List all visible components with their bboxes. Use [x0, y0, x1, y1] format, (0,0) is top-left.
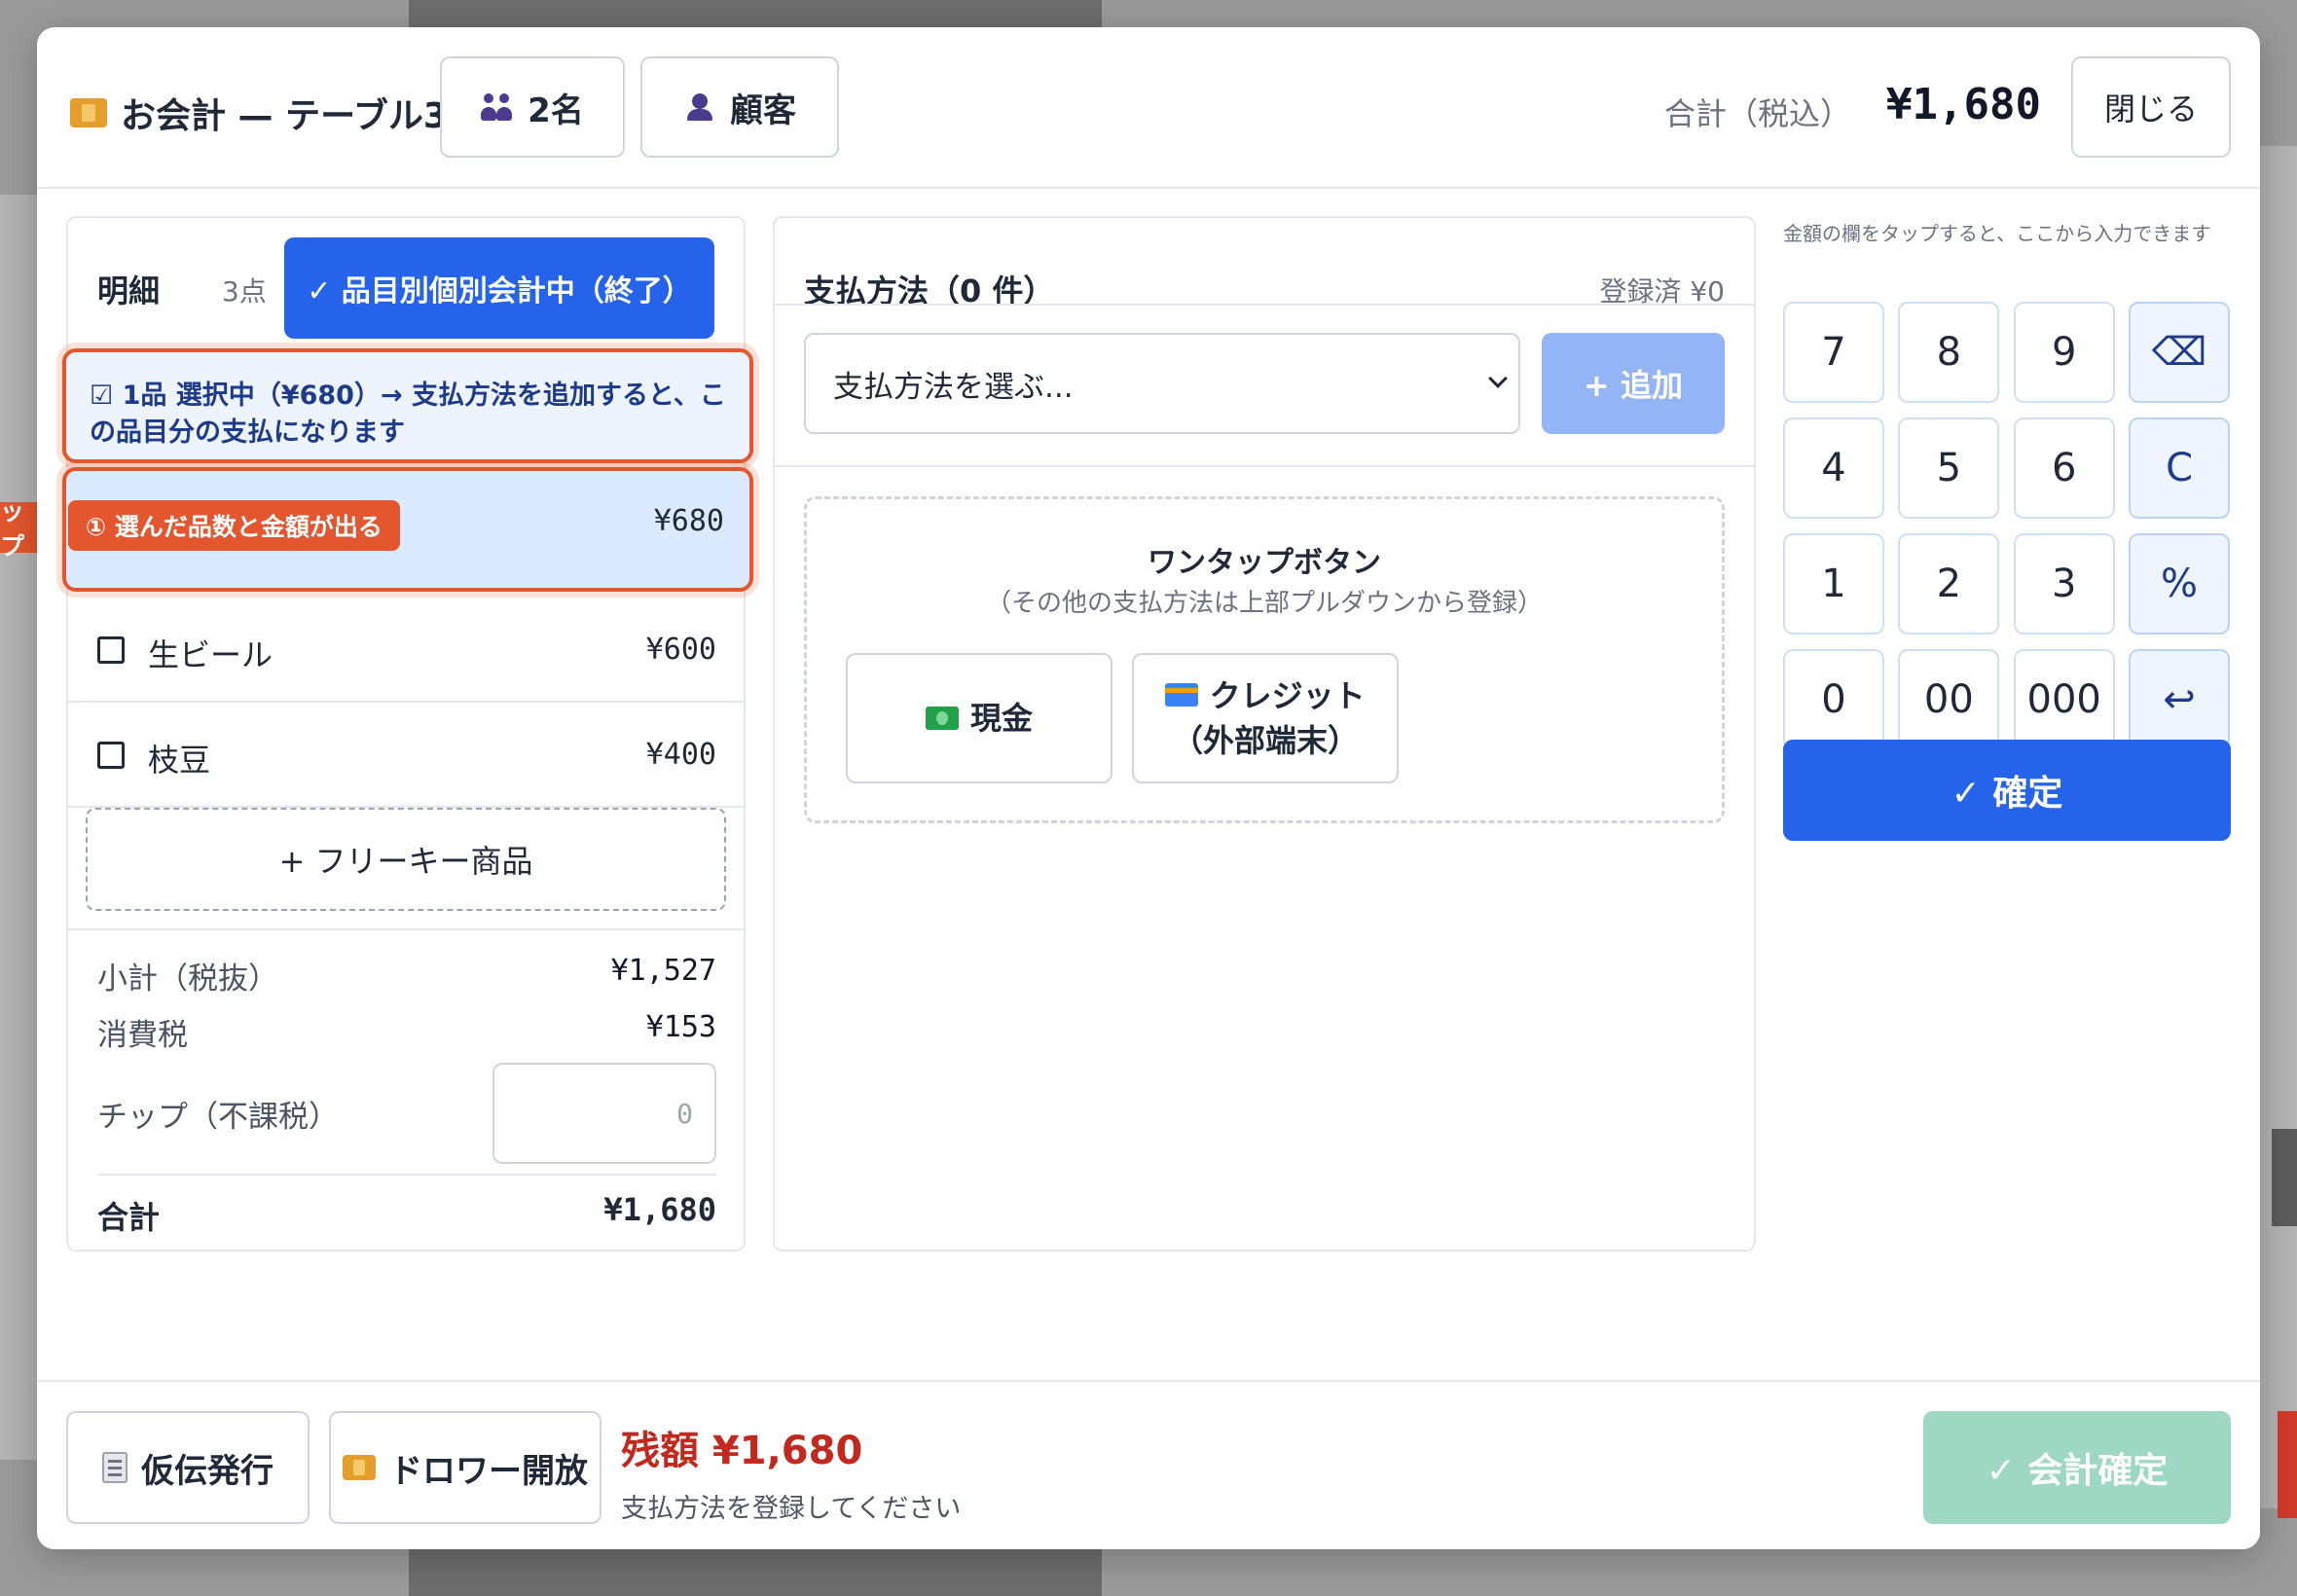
items-heading: 明細	[97, 272, 161, 309]
modal-header: お会計 — テーブル3 2名 顧客 合計（税込） ¥1,680 閉じる	[37, 27, 2260, 189]
keypad-hint: 金額の欄をタップすると、ここから入力できます	[1783, 222, 2211, 245]
background-right-red-block	[2278, 1411, 2297, 1518]
background-right-dark-block	[2272, 1129, 2297, 1226]
checkout-modal: お会計 — テーブル3 2名 顧客 合計（税込） ¥1,680 閉じる 明細 3…	[37, 27, 2260, 1549]
items-count: 3点	[222, 275, 267, 308]
clear-key[interactable]: C	[2129, 417, 2231, 519]
subtotal-label: 小計（税抜）	[97, 961, 278, 997]
background-stripe-bottom	[409, 1549, 1102, 1596]
provisional-slip-label: 仮伝発行	[141, 1451, 273, 1491]
item-name: 枝豆	[148, 742, 211, 779]
item-row[interactable]: 生ビール ¥600	[68, 599, 744, 703]
selected-item-row[interactable]: ① 選んだ品数と金額が出る ¥680	[62, 467, 753, 592]
tax-label: 消費税	[97, 1018, 188, 1053]
tutorial-callout: ① 選んだ品数と金額が出る	[68, 500, 400, 551]
customer-button[interactable]: 顧客	[640, 56, 839, 158]
keypad-key-9[interactable]: 9	[2013, 302, 2115, 403]
grand-total-value: ¥1,680	[603, 1191, 716, 1228]
grand-total-label: 合計	[97, 1199, 161, 1236]
item-row[interactable]: 枝豆 ¥400	[68, 705, 744, 808]
payment-method-select-text: 支払方法を選ぶ...	[833, 369, 1074, 405]
item-price: ¥400	[645, 738, 716, 772]
item-checkbox[interactable]	[97, 636, 125, 664]
tip-input[interactable]: 0	[492, 1063, 716, 1164]
items-panel: 明細 3点 ✓ 品目別個別会計中（終了） ☑ 1品 選択中（¥680）→ 支払方…	[62, 216, 753, 1251]
guest-count-label: 2名	[528, 91, 584, 130]
credit-label-line1-text: クレジット	[1209, 677, 1366, 714]
cash-drawer-icon	[343, 1455, 376, 1480]
customer-label: 顧客	[730, 91, 796, 130]
keypad-key-6[interactable]: 6	[2013, 417, 2115, 519]
cash-label: 現金	[969, 700, 1033, 737]
one-tap-area: ワンタップボタン （その他の支払方法は上部プルダウンから登録） 現金 クレジット…	[804, 496, 1725, 823]
percent-key[interactable]: %	[2129, 533, 2231, 635]
modal-title: お会計 — テーブル3	[70, 88, 448, 138]
keypad-key-3[interactable]: 3	[2013, 533, 2115, 635]
keypad-key-8[interactable]: 8	[1898, 302, 2000, 403]
modal-footer: 仮伝発行 ドロワー開放 残額 ¥1,680 支払方法を登録してください ✓ 会計…	[37, 1380, 2260, 1549]
cash-payment-button[interactable]: 現金	[846, 653, 1112, 783]
credit-label-line2: （外部端末）	[1171, 722, 1359, 759]
remaining-note: 支払方法を登録してください	[621, 1494, 962, 1524]
selection-note: ☑ 1品 選択中（¥680）→ 支払方法を追加すると、この品目分の支払になります	[62, 348, 753, 463]
open-drawer-button[interactable]: ドロワー開放	[329, 1411, 602, 1524]
cash-icon	[925, 707, 959, 730]
header-total-value: ¥1,680	[1886, 80, 2041, 129]
tax-value: ¥153	[645, 1010, 716, 1044]
people-icon	[481, 93, 514, 121]
background-right-panel	[2260, 146, 2297, 1508]
keypad-key-0[interactable]: 0	[1783, 649, 1884, 750]
payment-select-divider	[775, 465, 1754, 467]
wallet-icon	[70, 98, 107, 127]
free-key-item-button[interactable]: + フリーキー商品	[86, 808, 726, 911]
item-name: 生ビール	[148, 636, 273, 673]
person-icon	[683, 93, 716, 121]
header-total-label: 合計（税込）	[1664, 95, 1852, 132]
credit-payment-button[interactable]: クレジット （外部端末）	[1132, 653, 1399, 783]
grand-total-divider	[97, 1174, 716, 1176]
payment-methods-panel: 支払方法（0 件） 登録済 ¥0 支払方法を選ぶ... + 追加 ワンタップボタ…	[773, 216, 1756, 1251]
summary-divider	[68, 928, 744, 930]
keypad-key-5[interactable]: 5	[1898, 417, 2000, 519]
split-payment-toggle-button[interactable]: ✓ 品目別個別会計中（終了）	[284, 237, 714, 339]
close-button[interactable]: 閉じる	[2071, 56, 2231, 158]
add-payment-button[interactable]: + 追加	[1542, 333, 1725, 434]
finalize-checkout-button[interactable]: ✓ 会計確定	[1923, 1411, 2231, 1524]
subtotal-value: ¥1,527	[610, 954, 716, 988]
selected-item-price: ¥680	[653, 504, 724, 538]
keypad-confirm-button[interactable]: ✓ 確定	[1783, 740, 2231, 841]
keypad-key-2[interactable]: 2	[1898, 533, 2000, 635]
payment-method-select[interactable]: 支払方法を選ぶ...	[804, 333, 1520, 434]
backspace-key[interactable]: ⌫	[2129, 302, 2231, 403]
one-tap-title: ワンタップボタン	[1148, 546, 1381, 580]
tip-label: チップ（不課税）	[97, 1100, 339, 1135]
guest-count-button[interactable]: 2名	[440, 56, 625, 158]
item-checkbox[interactable]	[97, 742, 125, 769]
background-stripe-top	[409, 0, 1102, 27]
one-tap-subtitle: （その他の支払方法は上部プルダウンから登録）	[985, 589, 1543, 618]
background-left-panel	[0, 195, 37, 1460]
credit-card-icon	[1165, 683, 1199, 707]
payment-header-divider	[775, 304, 1754, 306]
remaining-amount: 残額 ¥1,680	[621, 1429, 863, 1473]
keypad-key-00[interactable]: 00	[1898, 649, 2000, 750]
receipt-icon	[102, 1452, 128, 1483]
chevron-down-icon	[1488, 369, 1508, 388]
keypad-key-7[interactable]: 7	[1783, 302, 1884, 403]
item-price: ¥600	[645, 633, 716, 667]
credit-label-line1: クレジット	[1165, 673, 1366, 718]
provisional-slip-button[interactable]: 仮伝発行	[66, 1411, 310, 1524]
credit-label-group: クレジット （外部端末）	[1165, 673, 1366, 763]
keypad-key-000[interactable]: 000	[2013, 649, 2115, 750]
open-drawer-label: ドロワー開放	[389, 1451, 588, 1491]
modal-title-text: お会計 — テーブル3	[121, 96, 448, 136]
enter-key[interactable]: ↩	[2129, 649, 2231, 750]
keypad-key-4[interactable]: 4	[1783, 417, 1884, 519]
keypad-key-1[interactable]: 1	[1783, 533, 1884, 635]
